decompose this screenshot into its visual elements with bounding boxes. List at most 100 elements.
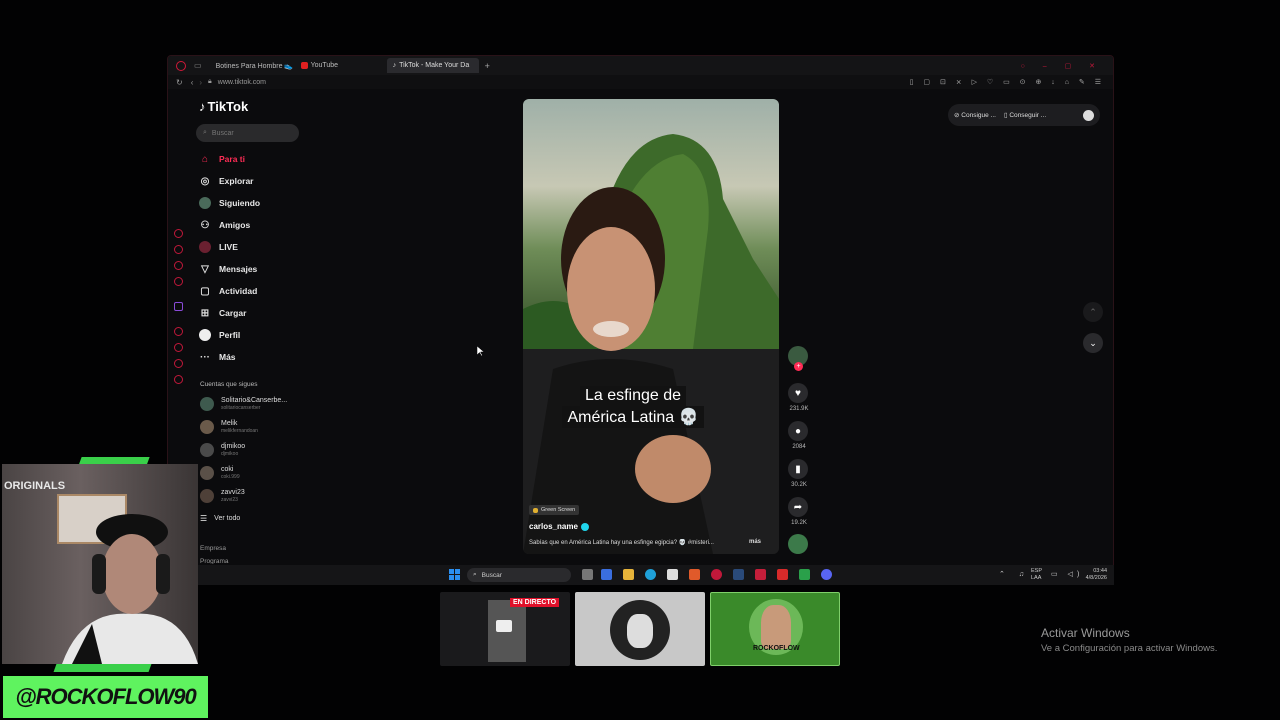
edge-icon[interactable] <box>645 569 656 580</box>
window-controls[interactable]: ○ – ▢ ✕ <box>1021 62 1103 70</box>
sidebar-app-icon[interactable] <box>174 245 183 254</box>
app-icon[interactable] <box>799 569 810 580</box>
nav-mensajes[interactable]: ▽ Mensajes <box>199 263 257 275</box>
nav-label: Para ti <box>219 154 245 164</box>
nav-para-ti[interactable]: ⌂ Para ti <box>199 153 245 165</box>
scroll-up-button[interactable]: ⌃ <box>1083 302 1103 322</box>
account-item[interactable]: coki coki.999 <box>200 466 240 480</box>
twitch-icon[interactable] <box>174 302 183 311</box>
nav-live[interactable]: LIVE <box>199 241 238 253</box>
thumb-icon <box>496 620 512 632</box>
author-name[interactable]: carlos_name <box>529 522 589 531</box>
avatar <box>200 443 214 457</box>
account-name: Melik <box>221 420 238 427</box>
sidebar-app-icon[interactable] <box>174 327 183 336</box>
profile-avatar[interactable] <box>1083 109 1094 121</box>
account-item[interactable]: djmikoo djmikoo <box>200 443 245 457</box>
nav-mas[interactable]: ··· Más <box>199 351 236 363</box>
green-screen-tag[interactable]: Green Screen <box>529 505 580 515</box>
sidebar-app-icon[interactable] <box>174 261 183 270</box>
get-app-bar: ⊘ Consigue ... ▯ Conseguir ... <box>948 104 1100 126</box>
comment-count: 2084 <box>792 444 806 450</box>
language-indicator[interactable]: ESP LAA <box>1031 568 1042 582</box>
sidebar-app-icon[interactable] <box>174 343 183 352</box>
get-app-button[interactable]: ▯ Conseguir ... <box>1004 111 1046 119</box>
search-input[interactable]: ⌕ Buscar <box>196 124 299 142</box>
nav-label: Actividad <box>219 286 258 296</box>
more-link[interactable]: más <box>749 539 761 546</box>
app-icon[interactable] <box>777 569 788 580</box>
nav-cargar[interactable]: ⊞ Cargar <box>199 307 247 319</box>
nav-label: Mensajes <box>219 264 258 274</box>
nav-siguiendo[interactable]: Siguiendo <box>199 197 260 209</box>
taskbar-search[interactable]: ⌕ Buscar <box>467 568 571 582</box>
sidebar-app-icon[interactable] <box>174 277 183 286</box>
see-all-label: Ver todo <box>214 515 241 522</box>
share-icon: ➦ <box>793 501 803 513</box>
account-item[interactable]: Solitario&Canserbe... solitariocanserber <box>200 397 287 411</box>
following-title: Cuentas que sigues <box>200 381 258 388</box>
share-count: 19.2K <box>791 520 807 526</box>
see-all-button[interactable]: ☰ Ver todo <box>200 514 240 523</box>
file-explorer-icon[interactable] <box>623 569 634 580</box>
opera-gx-icon[interactable] <box>711 569 722 580</box>
account-item[interactable]: zavvi23 zavvi23 <box>200 489 245 503</box>
brave-icon[interactable] <box>689 569 700 580</box>
app-icon[interactable] <box>755 569 766 580</box>
footer-link-empresa[interactable]: Empresa <box>200 545 226 552</box>
nav-explorar[interactable]: ◎ Explorar <box>199 175 254 187</box>
comment-icon: ● <box>794 425 802 437</box>
new-tab-icon[interactable]: + <box>485 61 490 71</box>
comment-button[interactable]: ● <box>788 421 808 441</box>
opera-logo-icon[interactable] <box>176 60 186 71</box>
clock[interactable]: 03:44 4/8/2026 <box>1079 568 1107 582</box>
tab-tiktok[interactable]: ♪ TikTok - Make Your Da <box>386 58 479 73</box>
share-button[interactable]: ➦ <box>788 497 808 517</box>
discord-icon[interactable] <box>821 569 832 580</box>
widgets-icon[interactable] <box>601 569 612 580</box>
tab-youtube[interactable]: YouTube <box>295 58 387 73</box>
sidebar-app-icon[interactable] <box>174 375 183 384</box>
save-button[interactable]: ▮ <box>788 459 808 479</box>
tray-icons[interactable]: ⌃ ♫ <box>999 570 1030 578</box>
tag-label: Green Screen <box>541 507 576 513</box>
tab-shop[interactable]: Botines Para Hombre 👟 <box>210 58 295 73</box>
tab-menu-icon[interactable]: ▭ <box>194 61 202 70</box>
forward-icon[interactable]: › <box>199 78 202 87</box>
follow-plus-icon[interactable]: + <box>794 362 803 371</box>
sidebar-app-icon[interactable] <box>174 359 183 368</box>
webcam-frame-accent <box>53 664 152 672</box>
store-icon[interactable] <box>667 569 678 580</box>
save-count: 30.2K <box>791 482 807 488</box>
video-description: Sabías que en América Latina hay una esf… <box>529 539 774 546</box>
url-field[interactable]: www.tiktok.com <box>218 79 266 86</box>
get-coins-button[interactable]: ⊘ Consigue ... <box>954 111 996 119</box>
stream-thumbnail-avatar[interactable]: ROCKOFLOW <box>710 592 840 666</box>
toolbar-icons[interactable]: ▯ ▢ ⊡ ⨯ ▷ ♡ ▭ ⊙ ⊕ ↓ ⌂ ✎ ☰ <box>910 78 1105 86</box>
scroll-down-button[interactable]: ⌄ <box>1083 333 1103 353</box>
like-button[interactable]: ♥ <box>788 383 808 403</box>
webcam-poster-text: ORIGINALS <box>4 480 66 492</box>
list-icon: ☰ <box>200 514 208 523</box>
thumb-art-figure <box>627 614 653 648</box>
caption-line-2: América Latina 💀 <box>562 406 704 428</box>
task-view-icon[interactable] <box>582 569 593 580</box>
reload-icon[interactable]: ↻ <box>176 78 183 87</box>
account-item[interactable]: Melik melikfernandoan <box>200 420 258 434</box>
steam-icon[interactable] <box>733 569 744 580</box>
start-icon[interactable] <box>449 569 460 580</box>
footer-link-programa[interactable]: Programa <box>200 558 229 564</box>
back-icon[interactable]: ‹ <box>191 78 194 87</box>
like-count: 231.9K <box>789 406 809 412</box>
nav-label: Amigos <box>219 220 251 230</box>
nav-perfil[interactable]: Perfil <box>199 329 240 341</box>
sidebar-app-icon[interactable] <box>174 229 183 238</box>
avatar <box>200 489 214 503</box>
tiktok-logo[interactable]: ♪ TikTok <box>199 99 248 114</box>
nav-amigos[interactable]: ⚇ Amigos <box>199 219 251 231</box>
video-player[interactable]: La esfinge de América Latina 💀 Green Scr… <box>523 99 779 554</box>
stream-thumbnail-art[interactable] <box>575 592 705 666</box>
sound-disc[interactable] <box>788 534 808 554</box>
nav-actividad[interactable]: ▢ Actividad <box>199 285 257 297</box>
stream-thumbnail-live[interactable]: EN DIRECTO <box>440 592 570 666</box>
